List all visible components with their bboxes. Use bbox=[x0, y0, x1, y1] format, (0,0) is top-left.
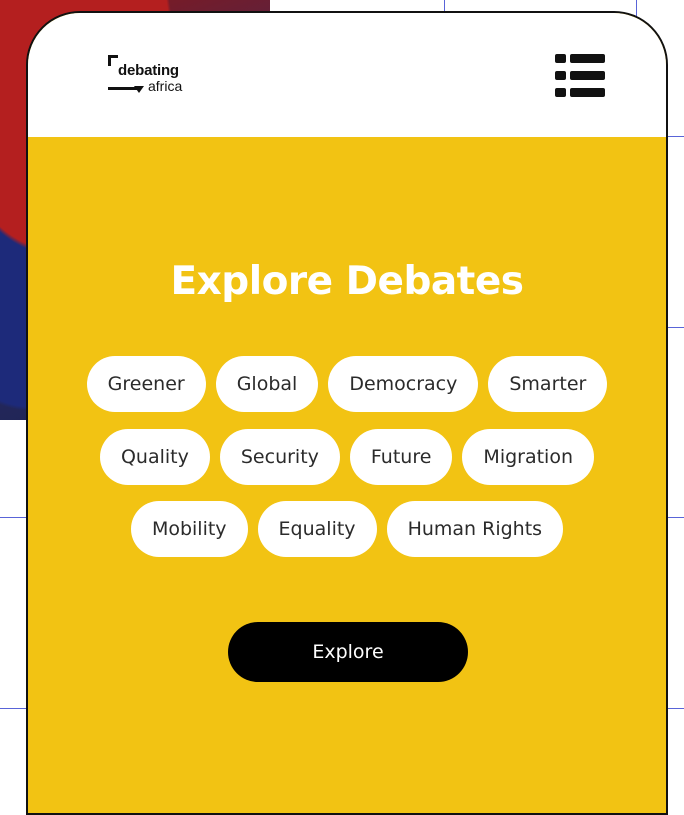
grid-line bbox=[0, 517, 26, 518]
phone-frame: debating africa Explore Debates Greener … bbox=[26, 11, 668, 815]
tag-greener[interactable]: Greener bbox=[86, 356, 206, 412]
tag-smarter[interactable]: Smarter bbox=[488, 356, 608, 412]
tag-global[interactable]: Global bbox=[215, 356, 319, 412]
logo-text-line2: africa bbox=[148, 78, 183, 94]
tag-security[interactable]: Security bbox=[219, 429, 340, 485]
tag-quality[interactable]: Quality bbox=[99, 429, 210, 485]
tag-row-1: Greener Global Democracy Smarter bbox=[28, 356, 666, 412]
site-header: debating africa bbox=[28, 13, 666, 137]
tag-democracy[interactable]: Democracy bbox=[328, 356, 479, 412]
tag-equality[interactable]: Equality bbox=[257, 501, 377, 557]
grid-line bbox=[0, 708, 26, 709]
tag-row-3: Mobility Equality Human Rights bbox=[28, 501, 666, 557]
explore-button[interactable]: Explore bbox=[228, 622, 468, 682]
tag-mobility[interactable]: Mobility bbox=[130, 501, 248, 557]
tag-human-rights[interactable]: Human Rights bbox=[386, 501, 564, 557]
logo-corner-mark bbox=[108, 55, 118, 66]
debating-africa-logo[interactable]: debating africa bbox=[108, 53, 208, 101]
page-title: Explore Debates bbox=[170, 259, 524, 304]
tag-migration[interactable]: Migration bbox=[462, 429, 595, 485]
logo-hook-mark bbox=[134, 86, 144, 93]
logo-text-line1: debating bbox=[118, 62, 179, 79]
tag-future[interactable]: Future bbox=[349, 429, 453, 485]
list-menu-icon[interactable] bbox=[555, 54, 605, 98]
tag-row-2: Quality Security Future Migration bbox=[28, 429, 666, 485]
